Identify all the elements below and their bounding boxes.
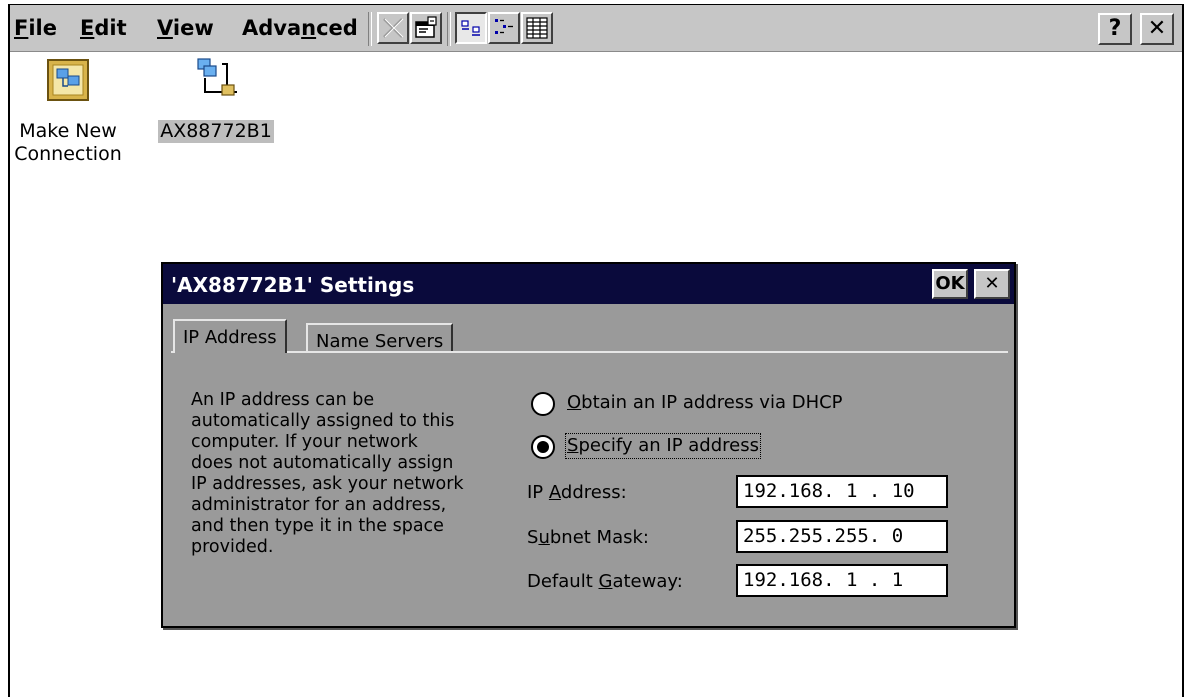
- menu-toolbar-bar: File Edit View Advanced ? ✕: [10, 5, 1182, 52]
- window-close-button[interactable]: ✕: [1140, 13, 1174, 45]
- properties-icon: [415, 16, 437, 38]
- icon-label: Make New: [19, 120, 117, 142]
- ax88772b1-connection-item[interactable]: AX88772B1: [150, 56, 282, 143]
- icon-label: Connection: [14, 143, 122, 165]
- large-icons-view-button[interactable]: [455, 12, 487, 44]
- menu-advanced[interactable]: Advanced: [242, 16, 358, 40]
- icon-label: AX88772B1: [158, 120, 274, 143]
- help-button[interactable]: ?: [1098, 13, 1132, 45]
- delete-button[interactable]: [377, 12, 409, 44]
- new-connection-wizard-icon: [47, 59, 89, 101]
- ip-address-field[interactable]: 192.168. 1 . 10: [736, 475, 948, 508]
- delete-x-icon: [383, 18, 404, 38]
- subnet-mask-label: Subnet Mask:: [527, 527, 649, 548]
- toolbar-separator: [368, 12, 372, 46]
- menu-edit[interactable]: Edit: [80, 16, 127, 40]
- subnet-mask-field[interactable]: 255.255.255. 0: [736, 520, 948, 553]
- default-gateway-field[interactable]: 192.168. 1 . 1: [736, 564, 948, 597]
- network-connection-icon: [197, 58, 237, 96]
- small-icons-view-button[interactable]: [488, 12, 520, 44]
- tab-panel-border: [171, 351, 1008, 353]
- ip-address-description: An IP address can be automatically assig…: [191, 390, 464, 557]
- details-view-button[interactable]: [521, 12, 553, 44]
- toolbar-separator: [447, 12, 451, 46]
- specify-ip-radio[interactable]: [531, 435, 555, 459]
- tab-ip-address[interactable]: IP Address: [173, 319, 287, 353]
- specify-ip-option-label[interactable]: Specify an IP address: [565, 433, 761, 459]
- ok-button[interactable]: OK: [932, 269, 968, 299]
- details-view-icon: [526, 17, 548, 39]
- dialog-titlebar: 'AX88772B1' Settings OK ✕: [163, 264, 1014, 304]
- dialog-title: 'AX88772B1' Settings: [171, 273, 415, 297]
- default-gateway-label: Default Gateway:: [527, 571, 683, 592]
- connection-settings-dialog: 'AX88772B1' Settings OK ✕ IP Address Nam…: [161, 262, 1016, 628]
- menu-file[interactable]: File: [14, 16, 57, 40]
- menu-view[interactable]: View: [157, 16, 214, 40]
- tab-name-servers[interactable]: Name Servers: [306, 323, 454, 353]
- make-new-connection-item[interactable]: Make New Connection: [10, 56, 126, 166]
- properties-button[interactable]: [410, 12, 442, 44]
- dialog-close-button[interactable]: ✕: [974, 269, 1010, 299]
- ip-address-label: IP Address:: [527, 482, 627, 503]
- large-icons-view-icon: [461, 20, 480, 36]
- small-icons-view-icon: [495, 19, 513, 34]
- radio-selected-dot: [537, 441, 549, 453]
- dhcp-radio[interactable]: [531, 392, 555, 416]
- dhcp-option-label[interactable]: Obtain an IP address via DHCP: [567, 392, 843, 414]
